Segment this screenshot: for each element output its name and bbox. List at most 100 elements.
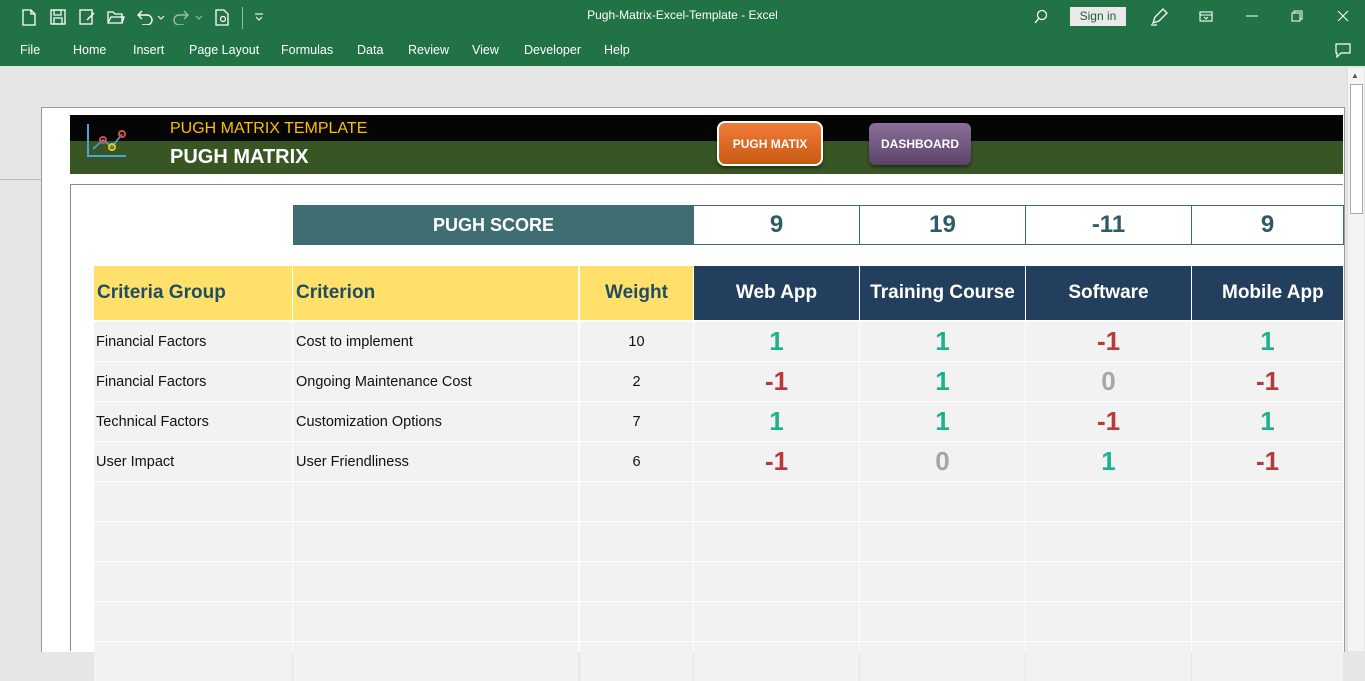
empty-cell[interactable] — [694, 562, 859, 601]
tab-formulas[interactable]: Formulas — [281, 43, 333, 57]
cell-score-software[interactable]: 1 — [1026, 442, 1191, 481]
scroll-thumb[interactable] — [1350, 84, 1363, 214]
empty-cell[interactable] — [1026, 522, 1191, 561]
empty-cell[interactable] — [860, 562, 1025, 601]
undo-icon[interactable] — [134, 6, 166, 28]
dashboard-nav-button[interactable]: DASHBOARD — [869, 123, 971, 165]
cell-criteria-group[interactable]: Financial Factors — [94, 322, 292, 361]
tab-home[interactable]: Home — [73, 43, 106, 57]
cell-score-mobile-app[interactable]: 1 — [1192, 322, 1343, 361]
edit-icon[interactable] — [76, 6, 98, 28]
comments-icon[interactable] — [1330, 39, 1356, 61]
header-criteria-group[interactable]: Criteria Group — [94, 266, 292, 320]
cell-score-software[interactable]: 0 — [1026, 362, 1191, 401]
cell-score-web-app[interactable]: 1 — [694, 322, 859, 361]
pugh-matrix-nav-button[interactable]: PUGH MATIX — [717, 121, 823, 166]
cell-criterion[interactable]: User Friendliness — [293, 442, 578, 481]
empty-cell[interactable] — [860, 482, 1025, 521]
cell-score-training-course[interactable]: 1 — [860, 362, 1025, 401]
empty-cell[interactable] — [580, 522, 693, 561]
tab-developer[interactable]: Developer — [524, 43, 581, 57]
cell-score-training-course[interactable]: 1 — [860, 402, 1025, 441]
header-option-mobile-app[interactable]: Mobile App — [1191, 266, 1343, 320]
tab-page-layout[interactable]: Page Layout — [189, 43, 259, 57]
close-icon[interactable] — [1330, 5, 1356, 27]
cell-criterion[interactable]: Customization Options — [293, 402, 578, 441]
empty-cell[interactable] — [94, 482, 292, 521]
empty-cell[interactable] — [1192, 482, 1343, 521]
empty-cell[interactable] — [293, 562, 578, 601]
empty-cell[interactable] — [580, 602, 693, 641]
vertical-scrollbar[interactable]: ▲ — [1347, 68, 1364, 651]
empty-cell[interactable] — [1192, 522, 1343, 561]
empty-cell[interactable] — [1192, 642, 1343, 681]
empty-cell[interactable] — [694, 602, 859, 641]
empty-cell[interactable] — [860, 602, 1025, 641]
tab-file[interactable]: File — [20, 43, 40, 57]
cell-weight[interactable]: 2 — [580, 362, 693, 401]
sign-in-button[interactable]: Sign in — [1070, 7, 1126, 26]
empty-cell[interactable] — [94, 602, 292, 641]
empty-cell[interactable] — [860, 642, 1025, 681]
pugh-score-training-course[interactable]: 19 — [859, 205, 1026, 245]
header-criterion[interactable]: Criterion — [293, 266, 578, 320]
pugh-score-mobile-app[interactable]: 9 — [1191, 205, 1344, 245]
empty-cell[interactable] — [293, 522, 578, 561]
tab-help[interactable]: Help — [604, 43, 630, 57]
cell-criteria-group[interactable]: Financial Factors — [94, 362, 292, 401]
cell-score-mobile-app[interactable]: -1 — [1192, 442, 1343, 481]
empty-cell[interactable] — [694, 482, 859, 521]
empty-cell[interactable] — [94, 642, 292, 681]
tab-view[interactable]: View — [472, 43, 499, 57]
save-icon[interactable] — [47, 6, 69, 28]
cell-weight[interactable]: 7 — [580, 402, 693, 441]
open-folder-icon[interactable] — [105, 6, 127, 28]
tab-data[interactable]: Data — [357, 43, 383, 57]
cell-score-training-course[interactable]: 1 — [860, 322, 1025, 361]
tab-insert[interactable]: Insert — [133, 43, 164, 57]
cell-weight[interactable]: 6 — [580, 442, 693, 481]
redo-icon[interactable] — [172, 6, 204, 28]
customize-toolbar-icon[interactable] — [250, 6, 268, 28]
empty-cell[interactable] — [1192, 602, 1343, 641]
empty-cell[interactable] — [293, 482, 578, 521]
restore-icon[interactable] — [1284, 5, 1310, 27]
header-weight[interactable]: Weight — [580, 266, 693, 320]
pugh-score-web-app[interactable]: 9 — [693, 205, 860, 245]
pugh-score-software[interactable]: -11 — [1025, 205, 1192, 245]
empty-cell[interactable] — [1026, 562, 1191, 601]
cell-score-web-app[interactable]: -1 — [694, 362, 859, 401]
cell-weight[interactable]: 10 — [580, 322, 693, 361]
cell-criteria-group[interactable]: Technical Factors — [94, 402, 292, 441]
cell-score-training-course[interactable]: 0 — [860, 442, 1025, 481]
cell-score-software[interactable]: -1 — [1026, 322, 1191, 361]
empty-cell[interactable] — [580, 562, 693, 601]
empty-cell[interactable] — [1026, 602, 1191, 641]
pen-icon[interactable] — [1148, 6, 1170, 28]
empty-cell[interactable] — [293, 642, 578, 681]
minimize-icon[interactable] — [1239, 5, 1265, 27]
cell-score-software[interactable]: -1 — [1026, 402, 1191, 441]
empty-cell[interactable] — [94, 522, 292, 561]
empty-cell[interactable] — [860, 522, 1025, 561]
cell-score-web-app[interactable]: -1 — [694, 442, 859, 481]
cell-score-mobile-app[interactable]: -1 — [1192, 362, 1343, 401]
ribbon-display-icon[interactable] — [1193, 5, 1219, 27]
new-file-icon[interactable] — [18, 6, 40, 28]
empty-cell[interactable] — [94, 562, 292, 601]
cell-score-web-app[interactable]: 1 — [694, 402, 859, 441]
scroll-up-icon[interactable]: ▲ — [1351, 71, 1359, 80]
cell-score-mobile-app[interactable]: 1 — [1192, 402, 1343, 441]
empty-cell[interactable] — [580, 642, 693, 681]
print-preview-icon[interactable] — [211, 6, 233, 28]
search-icon[interactable] — [1030, 6, 1052, 28]
empty-cell[interactable] — [1192, 562, 1343, 601]
cell-criterion[interactable]: Cost to implement — [293, 322, 578, 361]
header-option-training-course[interactable]: Training Course — [859, 266, 1025, 320]
empty-cell[interactable] — [580, 482, 693, 521]
header-option-web-app[interactable]: Web App — [693, 266, 859, 320]
empty-cell[interactable] — [293, 602, 578, 641]
empty-cell[interactable] — [694, 522, 859, 561]
cell-criterion[interactable]: Ongoing Maintenance Cost — [293, 362, 578, 401]
empty-cell[interactable] — [1026, 642, 1191, 681]
